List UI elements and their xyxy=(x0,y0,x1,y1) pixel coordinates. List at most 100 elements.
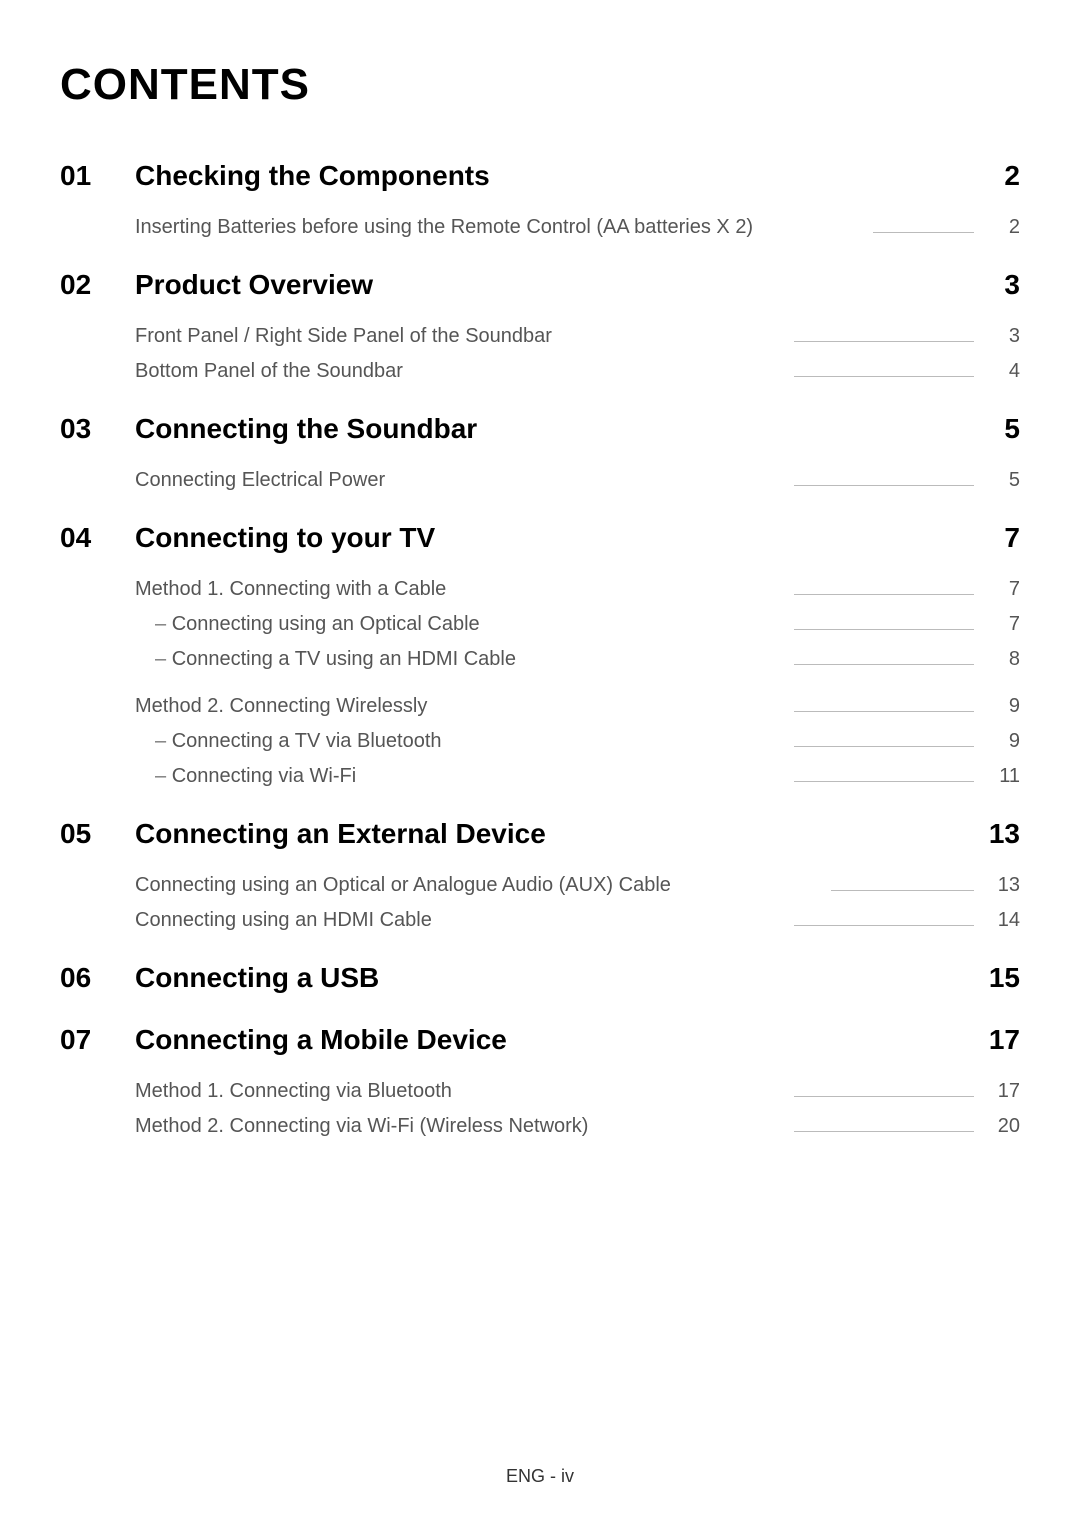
toc-leader xyxy=(490,629,982,635)
toc-entry[interactable]: Connecting using an Optical or Analogue … xyxy=(135,874,1020,897)
toc-leader xyxy=(366,781,982,787)
section-number: 06 xyxy=(60,962,135,994)
toc-entry-label: Bottom Panel of the Soundbar xyxy=(135,360,403,383)
toc-entry-page: 7 xyxy=(992,613,1020,636)
toc-entry-page: 8 xyxy=(992,648,1020,671)
toc-entry-page: 9 xyxy=(992,730,1020,753)
toc-items: Method 1. Connecting with a Cable7Connec… xyxy=(60,578,1020,788)
toc-entry[interactable]: Connecting a TV via Bluetooth 9 xyxy=(135,730,1020,753)
section-page: 13 xyxy=(980,818,1020,850)
toc-section: 02Product Overview3Front Panel / Right S… xyxy=(60,269,1020,383)
section-page: 15 xyxy=(980,962,1020,994)
toc-entry-page: 4 xyxy=(992,360,1020,383)
toc-entry-label: Front Panel / Right Side Panel of the So… xyxy=(135,325,552,348)
toc-section-header[interactable]: 01Checking the Components2 xyxy=(60,160,1020,192)
section-page: 7 xyxy=(980,522,1020,554)
toc-entry[interactable]: Connecting using an Optical Cable 7 xyxy=(135,613,1020,636)
toc-leader xyxy=(395,485,982,491)
toc-leader xyxy=(681,890,982,896)
toc-entry-label: Connecting using an Optical or Analogue … xyxy=(135,874,671,897)
toc-section-header[interactable]: 04Connecting to your TV7 xyxy=(60,522,1020,554)
toc-entry[interactable]: Front Panel / Right Side Panel of the So… xyxy=(135,325,1020,348)
section-number: 05 xyxy=(60,818,135,850)
section-page: 5 xyxy=(980,413,1020,445)
toc-entry[interactable]: Method 1. Connecting via Bluetooth 17 xyxy=(135,1080,1020,1103)
toc-items: Connecting using an Optical or Analogue … xyxy=(60,874,1020,932)
page-footer: ENG - iv xyxy=(0,1466,1080,1487)
toc-items: Method 1. Connecting via Bluetooth17Meth… xyxy=(60,1080,1020,1138)
toc-entry-label: Method 1. Connecting via Bluetooth xyxy=(135,1080,452,1103)
section-title: Connecting a USB xyxy=(135,962,980,994)
section-title: Connecting a Mobile Device xyxy=(135,1024,980,1056)
toc-entry[interactable]: Connecting using an HDMI Cable 14 xyxy=(135,909,1020,932)
toc-entry-page: 7 xyxy=(992,578,1020,601)
toc-entry-label: Method 2. Connecting Wirelessly xyxy=(135,695,427,718)
toc-entry-page: 20 xyxy=(992,1115,1020,1138)
toc-items: Connecting Electrical Power 5 xyxy=(60,469,1020,492)
toc-gap xyxy=(135,683,1020,695)
toc-section: 07Connecting a Mobile Device17Method 1. … xyxy=(60,1024,1020,1138)
section-number: 02 xyxy=(60,269,135,301)
toc-section: 06Connecting a USB15 xyxy=(60,962,1020,994)
section-title: Connecting an External Device xyxy=(135,818,980,850)
toc-entry-label: Connecting using an Optical Cable xyxy=(155,613,480,636)
toc-entry-label: Method 2. Connecting via Wi-Fi (Wireless… xyxy=(135,1115,588,1138)
toc-entry[interactable]: Inserting Batteries before using the Rem… xyxy=(135,216,1020,239)
toc-entry[interactable]: Method 2. Connecting via Wi-Fi (Wireless… xyxy=(135,1115,1020,1138)
toc-leader xyxy=(456,594,982,600)
toc-entry-page: 9 xyxy=(992,695,1020,718)
toc-section: 03Connecting the Soundbar5Connecting Ele… xyxy=(60,413,1020,492)
toc-entry-label: Connecting a TV via Bluetooth xyxy=(155,730,442,753)
toc-leader xyxy=(526,664,982,670)
toc-entry-page: 13 xyxy=(992,874,1020,897)
toc-section: 04Connecting to your TV7Method 1. Connec… xyxy=(60,522,1020,788)
section-page: 2 xyxy=(980,160,1020,192)
section-page: 3 xyxy=(980,269,1020,301)
toc-entry-label: Inserting Batteries before using the Rem… xyxy=(135,216,753,239)
section-number: 03 xyxy=(60,413,135,445)
toc-leader xyxy=(442,925,982,931)
toc-section-header[interactable]: 05Connecting an External Device13 xyxy=(60,818,1020,850)
toc-entry-label: Connecting a TV using an HDMI Cable xyxy=(155,648,516,671)
toc-entry-page: 2 xyxy=(992,216,1020,239)
toc-entry[interactable]: Connecting a TV using an HDMI Cable 8 xyxy=(135,648,1020,671)
table-of-contents: 01Checking the Components2Inserting Batt… xyxy=(60,160,1020,1138)
toc-leader xyxy=(562,341,982,347)
toc-section-header[interactable]: 02Product Overview3 xyxy=(60,269,1020,301)
toc-items: Front Panel / Right Side Panel of the So… xyxy=(60,325,1020,383)
toc-section: 01Checking the Components2Inserting Batt… xyxy=(60,160,1020,239)
toc-entry[interactable]: Bottom Panel of the Soundbar 4 xyxy=(135,360,1020,383)
toc-leader xyxy=(452,746,983,752)
section-title: Connecting to your TV xyxy=(135,522,980,554)
toc-entry[interactable]: Method 2. Connecting Wirelessly 9 xyxy=(135,695,1020,718)
toc-entry-label: Connecting using an HDMI Cable xyxy=(135,909,432,932)
toc-leader xyxy=(763,232,982,238)
toc-entry-page: 5 xyxy=(992,469,1020,492)
toc-entry-label: Method 1. Connecting with a Cable xyxy=(135,578,446,601)
toc-entry[interactable]: Connecting Electrical Power 5 xyxy=(135,469,1020,492)
toc-leader xyxy=(437,711,982,717)
toc-leader xyxy=(462,1096,982,1102)
toc-entry-page: 11 xyxy=(992,765,1020,788)
toc-section: 05Connecting an External Device13Connect… xyxy=(60,818,1020,932)
section-title: Product Overview xyxy=(135,269,980,301)
toc-leader xyxy=(413,376,982,382)
section-number: 01 xyxy=(60,160,135,192)
page-title: CONTENTS xyxy=(60,60,1020,110)
section-title: Checking the Components xyxy=(135,160,980,192)
toc-section-header[interactable]: 03Connecting the Soundbar5 xyxy=(60,413,1020,445)
toc-entry-page: 17 xyxy=(992,1080,1020,1103)
toc-entry-page: 3 xyxy=(992,325,1020,348)
section-title: Connecting the Soundbar xyxy=(135,413,980,445)
toc-entry-page: 14 xyxy=(992,909,1020,932)
toc-entry-label: Connecting Electrical Power xyxy=(135,469,385,492)
toc-section-header[interactable]: 06Connecting a USB15 xyxy=(60,962,1020,994)
toc-entry[interactable]: Connecting via Wi-Fi11 xyxy=(135,765,1020,788)
toc-items: Inserting Batteries before using the Rem… xyxy=(60,216,1020,239)
section-number: 07 xyxy=(60,1024,135,1056)
toc-leader xyxy=(598,1131,982,1137)
section-page: 17 xyxy=(980,1024,1020,1056)
section-number: 04 xyxy=(60,522,135,554)
toc-entry[interactable]: Method 1. Connecting with a Cable 7 xyxy=(135,578,1020,601)
toc-section-header[interactable]: 07Connecting a Mobile Device17 xyxy=(60,1024,1020,1056)
